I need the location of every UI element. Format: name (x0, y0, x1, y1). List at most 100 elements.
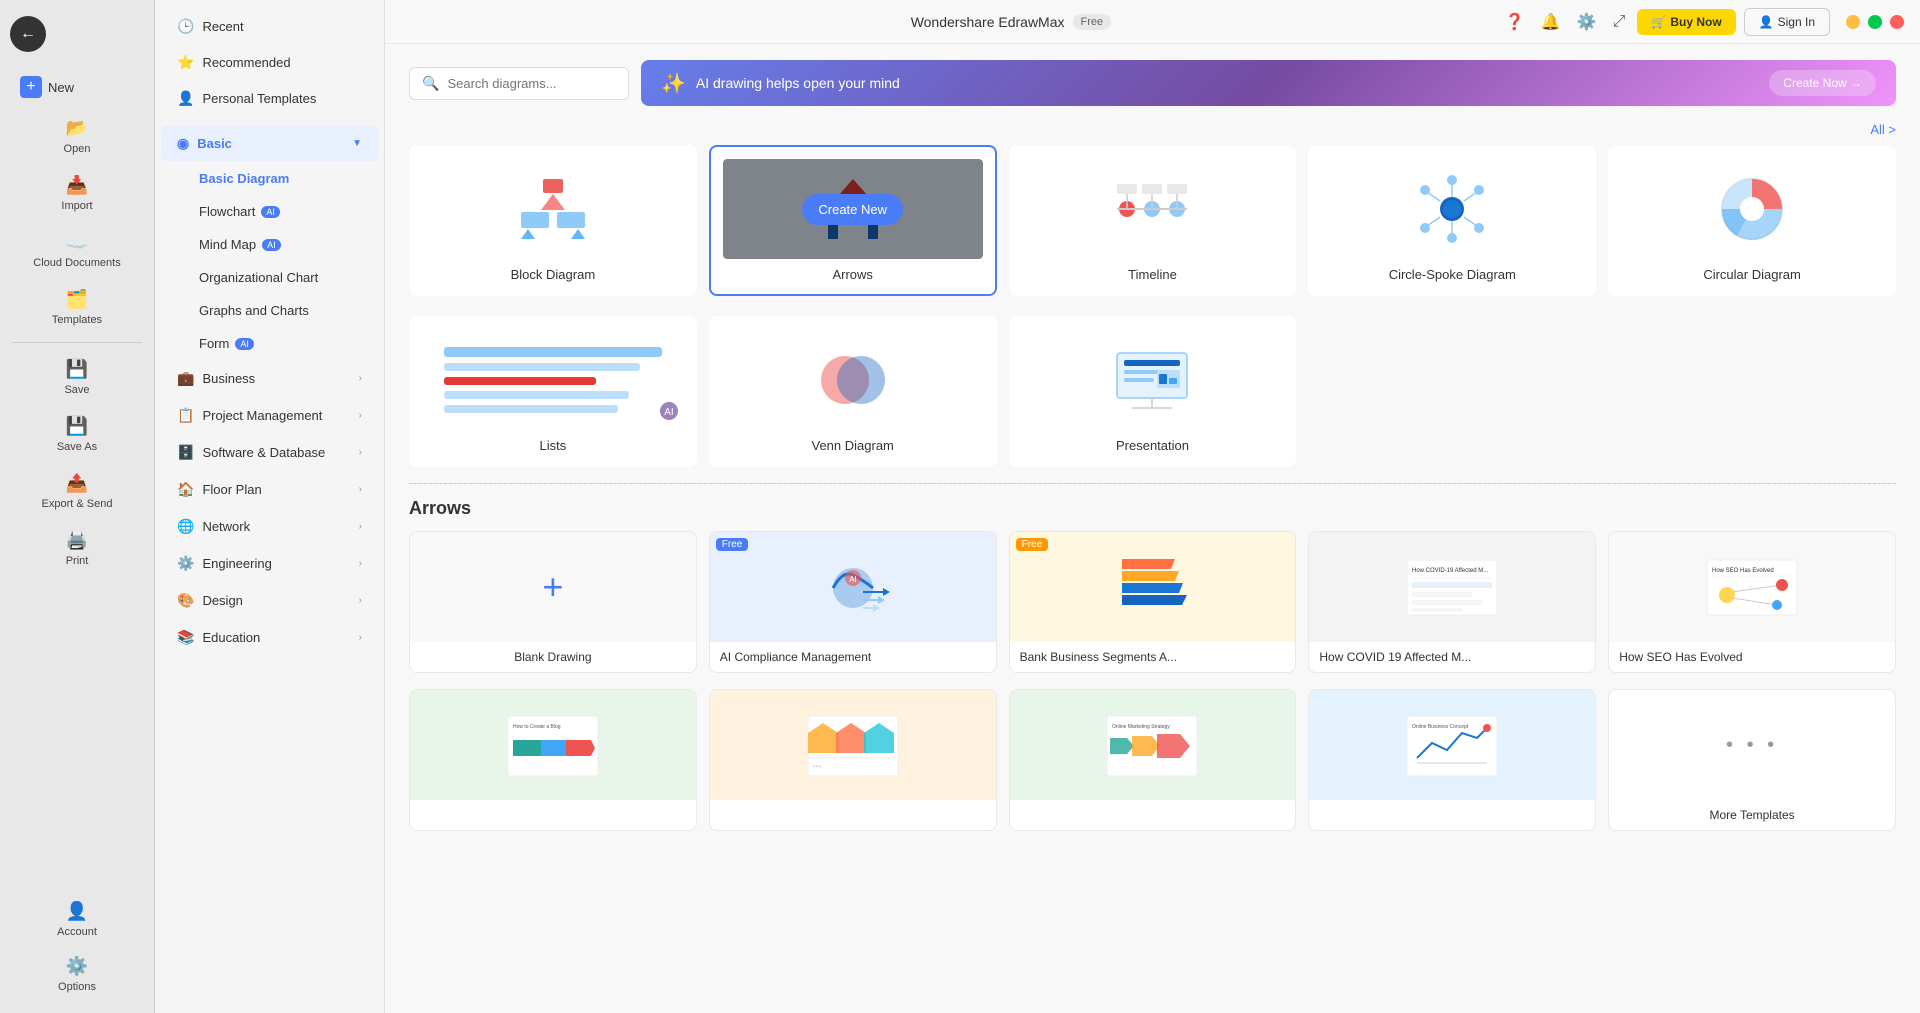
mini-card-more[interactable]: • • • More Templates (1608, 689, 1896, 831)
sidebar-menu-network[interactable]: 🌐 Network › (161, 509, 378, 544)
import-icon: 📥 (66, 175, 88, 196)
sidebar-sub-basic-diagram[interactable]: Basic Diagram (161, 163, 378, 194)
mini-card-blank[interactable]: + Blank Drawing (409, 531, 697, 673)
lists-label: Lists (540, 438, 567, 453)
search-box[interactable]: 🔍 (409, 67, 629, 100)
minimize-button[interactable] (1846, 15, 1860, 29)
sign-in-button[interactable]: 👤 Sign In (1744, 8, 1830, 36)
business-chevron-icon: › (359, 373, 362, 384)
svg-text:AI: AI (849, 575, 857, 584)
sidebar-section-basic[interactable]: ◉ Basic ▼ (161, 126, 378, 161)
maximize-button[interactable] (1868, 15, 1882, 29)
sidebar-menu-software-db[interactable]: 🗄️ Software & Database › (161, 435, 378, 470)
sidebar-item-templates[interactable]: 🗂️ Templates (8, 281, 146, 334)
app-name: Wondershare EdrawMax (911, 14, 1065, 30)
block-diagram-label: Block Diagram (511, 267, 596, 282)
circular-label: Circular Diagram (1703, 267, 1801, 282)
sidebar-top-section: 🕒 Recent ⭐ Recommended 👤 Personal Templa… (155, 0, 384, 125)
mini-card-row2-1[interactable]: How to Create a Blog (409, 689, 697, 831)
sidebar-item-export[interactable]: 📤 Export & Send (8, 465, 146, 518)
new-plus-icon: + (20, 76, 42, 98)
education-icon: 📚 (177, 629, 194, 646)
mini-card-row2-4[interactable]: Online Business Concept (1308, 689, 1596, 831)
close-button[interactable] (1890, 15, 1904, 29)
sidebar-menu-engineering[interactable]: ⚙️ Engineering › (161, 546, 378, 581)
sidebar-item-saveas[interactable]: 💾 Save As (8, 408, 146, 461)
software-db-icon: 🗄️ (177, 444, 194, 461)
options-label: Options (58, 981, 96, 993)
org-chart-label: Organizational Chart (199, 270, 318, 285)
mini-card-ai-compliance[interactable]: Free AI AI Compliance Management (709, 531, 997, 673)
buy-now-label: Buy Now (1670, 15, 1721, 29)
ai-compliance-image: Free AI (710, 532, 996, 642)
settings-icon[interactable]: ⤢ (1609, 9, 1630, 35)
mind-map-label: Mind Map (199, 237, 256, 252)
free-badge: Free (1073, 14, 1112, 30)
sidebar-sub-mind-map[interactable]: Mind Map AI (161, 229, 378, 260)
banner-left: ✨ AI drawing helps open your mind (661, 71, 900, 96)
export-icon: 📤 (66, 473, 88, 494)
share-icon[interactable]: ⚙️ (1573, 8, 1601, 36)
sidebar-sub-org-chart[interactable]: Organizational Chart (161, 262, 378, 293)
sidebar-item-account[interactable]: 👤 Account (8, 893, 146, 946)
new-button[interactable]: + New (8, 68, 146, 106)
network-chevron-icon: › (359, 521, 362, 532)
mini-card-covid[interactable]: How COVID-19 Affected M... How COVID 19 … (1308, 531, 1596, 673)
flowchart-ai-badge: AI (261, 206, 280, 218)
sidebar-item-print[interactable]: 🖨️ Print (8, 522, 146, 575)
network-icon: 🌐 (177, 518, 194, 535)
sidebar-menu-design[interactable]: 🎨 Design › (161, 583, 378, 618)
save-label: Save (64, 384, 89, 396)
titlebar-center: Wondershare EdrawMax Free (911, 14, 1111, 30)
template-card-venn[interactable]: Venn Diagram (709, 316, 997, 467)
sidebar-item-import[interactable]: 📥 Import (8, 167, 146, 220)
sidebar-item-cloud[interactable]: ☁️ Cloud Documents (8, 224, 146, 277)
search-input[interactable] (447, 76, 616, 91)
more-label: More Templates (1700, 800, 1805, 830)
svg-text:Online Business Concept: Online Business Concept (1412, 724, 1469, 730)
sidebar-sub-graphs[interactable]: Graphs and Charts (161, 295, 378, 326)
sidebar-item-open[interactable]: 📂 Open (8, 110, 146, 163)
mini-card-bank-business[interactable]: Free Bank Business Segments A... (1009, 531, 1297, 673)
arrows-label: Arrows (832, 267, 872, 282)
arrows-section-title: Arrows (409, 498, 1896, 519)
sidebar-menu-recent[interactable]: 🕒 Recent (161, 9, 378, 44)
plus-icon: + (542, 566, 563, 608)
cart-icon: 🛒 (1651, 15, 1666, 29)
project-icon: 📋 (177, 407, 194, 424)
sidebar-menu-education[interactable]: 📚 Education › (161, 620, 378, 655)
mini-card-seo[interactable]: How SEO Has Evolved How SEO Has Evolved (1608, 531, 1896, 673)
form-ai-badge: AI (235, 338, 254, 350)
sidebar-menu-personal[interactable]: 👤 Personal Templates (161, 81, 378, 116)
all-link-label: All > (1870, 122, 1896, 137)
buy-now-button[interactable]: 🛒 Buy Now (1637, 9, 1735, 35)
blank-image: + (410, 532, 696, 642)
notification-icon[interactable]: 🔔 (1537, 8, 1565, 36)
sidebar-item-options[interactable]: ⚙️ Options (8, 948, 146, 1001)
mini-card-row2-3[interactable]: Online Marketing Strategy (1009, 689, 1297, 831)
template-card-block-diagram[interactable]: Block Diagram (409, 145, 697, 296)
template-card-circular[interactable]: Circular Diagram (1608, 145, 1896, 296)
create-now-button[interactable]: Create Now → (1769, 70, 1876, 96)
more-image: • • • (1609, 690, 1895, 800)
engineering-chevron-icon: › (359, 558, 362, 569)
covid-image: How COVID-19 Affected M... (1309, 532, 1595, 642)
sidebar-sub-form[interactable]: Form AI (161, 328, 378, 359)
template-card-lists[interactable]: AI Lists (409, 316, 697, 467)
template-card-arrows[interactable]: Create New Arrows (709, 145, 997, 296)
sidebar-menu-floor-plan[interactable]: 🏠 Floor Plan › (161, 472, 378, 507)
sidebar-menu-business[interactable]: 💼 Business › (161, 361, 378, 396)
main-content: Wondershare EdrawMax Free ❓ 🔔 ⚙️ ⤢ 🛒 Buy… (385, 0, 1920, 1013)
sidebar-item-save[interactable]: 💾 Save (8, 351, 146, 404)
floor-plan-icon: 🏠 (177, 481, 194, 498)
template-card-presentation[interactable]: Presentation (1009, 316, 1297, 467)
sidebar-sub-flowchart[interactable]: Flowchart AI (161, 196, 378, 227)
template-card-timeline[interactable]: Timeline (1009, 145, 1297, 296)
sidebar-menu-recommended[interactable]: ⭐ Recommended (161, 45, 378, 80)
sidebar-menu-project[interactable]: 📋 Project Management › (161, 398, 378, 433)
help-icon[interactable]: ❓ (1501, 8, 1529, 36)
all-link[interactable]: All > (409, 122, 1896, 137)
row2-2-image: • • • (710, 690, 996, 800)
template-card-circle-spoke[interactable]: Circle-Spoke Diagram (1308, 145, 1596, 296)
mini-card-row2-2[interactable]: • • • (709, 689, 997, 831)
